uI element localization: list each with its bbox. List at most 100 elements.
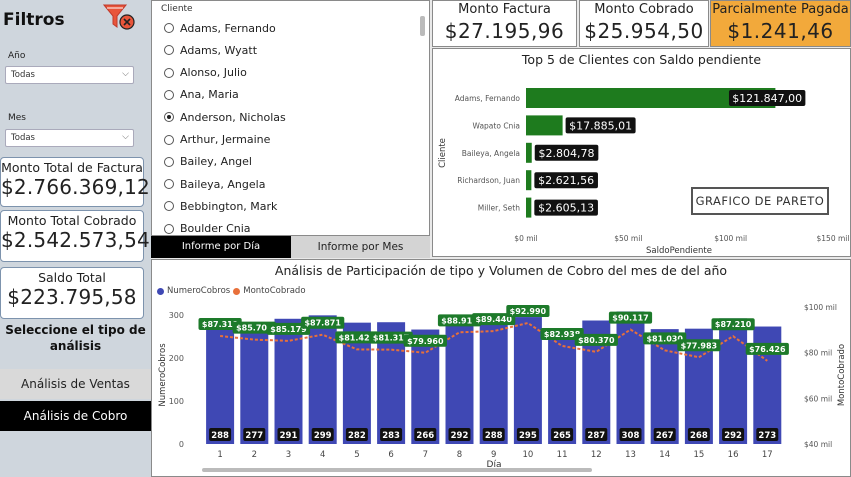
dashboard: Filtros Año Todas ⌵ Mes Todas ⌵ Monto To… [0, 0, 851, 477]
year-label: Año [8, 51, 26, 61]
data-label: $121.847,00 [732, 92, 802, 105]
x-tick-label: 8 [457, 450, 462, 460]
y-tick-label: Richardson, Juan [457, 176, 520, 185]
kpi-label: Saldo Total [38, 270, 106, 285]
client-option-label: Ana, Maria [180, 88, 239, 102]
client-scrollbar[interactable] [420, 16, 425, 36]
bar [526, 170, 532, 191]
collection-analysis-button[interactable]: Análisis de Cobro [0, 401, 151, 431]
analysis-type-prompt: Seleccione el tipo de análisis [5, 323, 146, 353]
client-option[interactable]: Bailey, Angel [164, 153, 252, 171]
radio-icon[interactable] [164, 156, 174, 167]
kpi-label: Monto Total de Factura [1, 160, 143, 175]
x-tick-label: 12 [591, 450, 602, 460]
radio-icon[interactable] [164, 134, 174, 145]
y-axis-label: NumeroCobros [158, 343, 168, 407]
client-option[interactable]: Baileya, Angela [164, 175, 265, 193]
radio-icon[interactable] [164, 45, 174, 56]
kpi-label: Parcialmente Pagada [712, 2, 849, 17]
client-option-label: Adams, Wyatt [180, 43, 258, 57]
x-tick-label: 7 [423, 450, 428, 460]
bar [526, 115, 563, 136]
client-option[interactable]: Ana, Maria [164, 86, 239, 104]
sales-analysis-button[interactable]: Análisis de Ventas [0, 369, 151, 399]
client-option[interactable]: Arthur, Jermaine [164, 131, 270, 149]
client-option[interactable]: Adams, Fernando [164, 19, 276, 37]
data-label: 291 [280, 431, 298, 441]
data-label: 266 [416, 431, 434, 441]
data-label: 292 [451, 431, 469, 441]
tab-report-by-day[interactable]: Informe por Día [151, 236, 291, 258]
data-label: 287 [587, 431, 605, 441]
line-label: $79.960 [407, 337, 444, 346]
bar [526, 197, 532, 218]
y2-tick-label: $80 mil [804, 349, 832, 358]
bar [548, 329, 577, 444]
tab-report-by-month[interactable]: Informe por Mes [291, 236, 430, 258]
chart-horizontal-scrollbar[interactable] [202, 468, 592, 472]
client-option[interactable]: Bebbington, Mark [164, 197, 277, 215]
x-tick-label: 3 [286, 450, 291, 460]
x-tick-label: 15 [693, 450, 704, 460]
radio-icon[interactable] [164, 23, 174, 33]
client-option-label: Bailey, Angel [180, 155, 252, 169]
top5-chart-svg: Adams, Fernando $121.847,00 Wapato Cnia $17… [438, 88, 849, 256]
radio-icon[interactable] [164, 112, 174, 123]
top5-clients-chart: Top 5 de Clientes con Saldo pendiente Ad… [432, 48, 851, 257]
month-value: Todas [11, 133, 35, 143]
radio-icon[interactable] [164, 67, 174, 78]
client-option-label: Bebbington, Mark [180, 199, 278, 213]
radio-icon[interactable] [164, 89, 174, 100]
data-label: 282 [348, 431, 366, 441]
client-option[interactable]: Alonso, Julio [164, 64, 247, 82]
x-tick-label: 4 [320, 450, 325, 460]
kpi-collected-amount: Monto Cobrado $25.954,50 [579, 0, 709, 47]
kpi-value: $27.195,96 [444, 19, 565, 43]
data-label: 295 [519, 431, 537, 441]
line-label: $90.117 [612, 314, 648, 323]
month-dropdown[interactable]: Todas ⌵ [5, 129, 134, 147]
client-option-label: Boulder Cnia [180, 222, 251, 236]
data-label: 288 [485, 431, 503, 441]
client-slicer: Cliente Adams, Fernando Adams, Wyatt Alons… [151, 0, 430, 236]
data-label: 283 [382, 431, 400, 441]
line-label: $87.871 [304, 319, 341, 328]
bar [479, 320, 508, 444]
collection-chart-svg: 0 100 200 300 $40 mil $60 mil $80 mil $100 mil 2… [158, 303, 847, 470]
data-label: 308 [622, 431, 640, 441]
client-option[interactable]: Boulder Cnia [164, 220, 251, 236]
x-tick-label: $100 mil [714, 234, 747, 243]
kpi-value: $2.766.369,12 [1, 175, 150, 199]
pareto-chart-button[interactable]: GRAFICO DE PARETO [691, 187, 829, 215]
kpi-total-balance: Saldo Total $223.795,58 [0, 267, 144, 319]
data-label: $2.621,56 [538, 174, 594, 187]
data-label: 277 [245, 431, 263, 441]
year-dropdown[interactable]: Todas ⌵ [5, 66, 134, 84]
data-label: $2.804,78 [539, 147, 595, 160]
bar [513, 317, 542, 444]
x-tick-label: 1 [217, 450, 222, 460]
client-option[interactable]: Adams, Wyatt [164, 41, 257, 59]
y-axis-label: Cliente [438, 138, 448, 168]
x-tick-label: 5 [354, 450, 359, 460]
y2-tick-label: $60 mil [804, 394, 832, 403]
x-tick-label: 14 [659, 450, 670, 460]
x-tick-label: 17 [762, 450, 773, 460]
bar [650, 329, 679, 444]
kpi-value: $223.795,58 [7, 285, 137, 309]
radio-icon[interactable] [164, 223, 174, 234]
radio-icon[interactable] [164, 201, 174, 212]
kpi-value: $2.542.573,54 [1, 228, 150, 252]
y2-tick-label: $100 mil [804, 303, 837, 312]
radio-icon[interactable] [164, 179, 174, 190]
kpi-partially-paid: Parcialmente Pagada $1.241,46 [710, 0, 851, 47]
x-tick-label: 9 [491, 450, 496, 460]
clear-filter-icon[interactable] [102, 3, 137, 31]
client-option[interactable]: Anderson, Nicholas [164, 108, 286, 126]
chevron-down-icon: ⌵ [122, 132, 129, 142]
kpi-value: $1.241,46 [727, 19, 834, 43]
bar [616, 311, 645, 444]
y-tick-label: 200 [169, 354, 184, 363]
kpi-label: Monto Total Cobrado [7, 213, 137, 228]
bar [206, 320, 235, 444]
